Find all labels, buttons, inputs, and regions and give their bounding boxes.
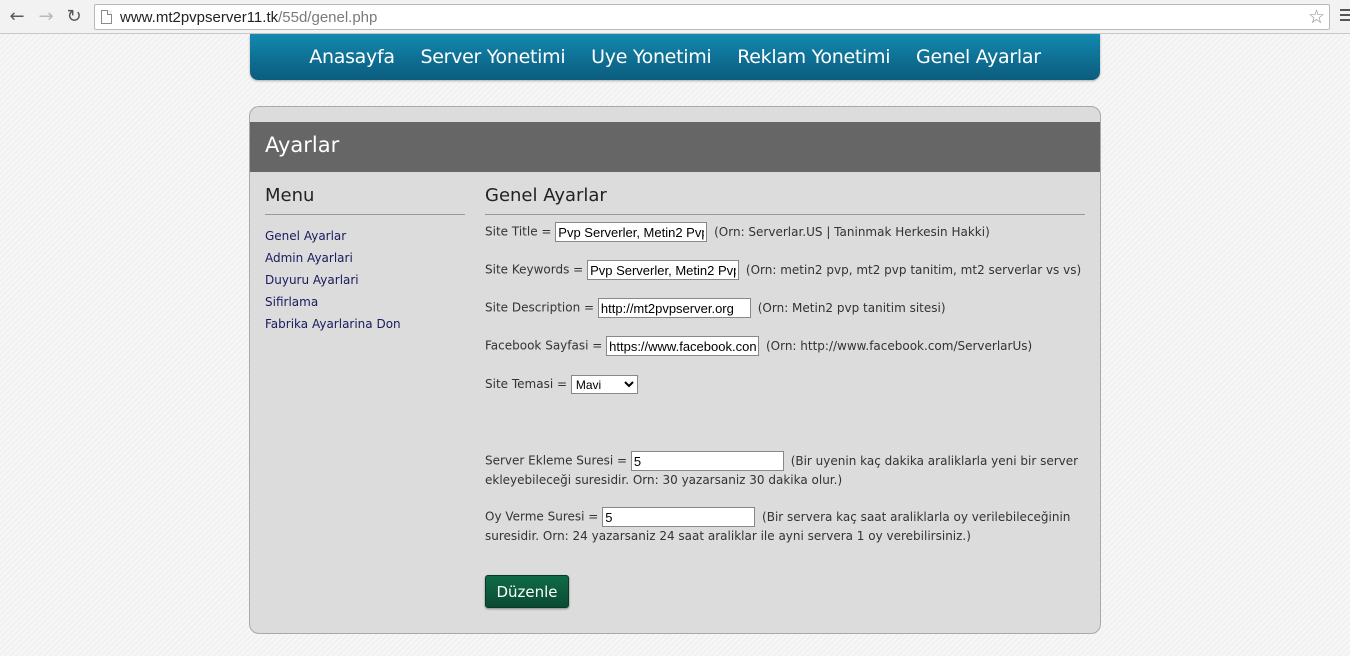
site-keywords-input[interactable] (587, 260, 740, 280)
sidebar-item-sifirlama[interactable]: Sifirlama (265, 295, 318, 309)
vote-row: Oy Verme Suresi = (Bir servera kaç saat … (485, 507, 1085, 546)
server-add-input[interactable] (630, 451, 784, 471)
site-description-input[interactable] (597, 298, 751, 318)
sidebar-item-genel-ayarlar[interactable]: Genel Ayarlar (265, 229, 346, 243)
sidebar: Menu Genel Ayarlar Admin Ayarlari Duyuru… (265, 185, 465, 339)
address-bar[interactable]: www.mt2pvpserver11.tk/55d/genel.php ☆ (94, 4, 1330, 30)
hamburger-menu-icon[interactable] (1340, 9, 1350, 24)
sidebar-item-fabrika-ayarlarina-don[interactable]: Fabrika Ayarlarina Don (265, 317, 401, 331)
sidebar-heading: Menu (265, 185, 465, 215)
site-description-hint: (Orn: Metin2 pvp tanitim sitesi) (757, 300, 946, 315)
settings-form: Genel Ayarlar Site Title = (Orn: Serverl… (485, 185, 1085, 608)
nav-reklam-yonetimi[interactable]: Reklam Yonetimi (737, 46, 890, 68)
facebook-label: Facebook Sayfasi = (485, 338, 603, 353)
vote-input[interactable] (602, 507, 756, 527)
settings-panel: Ayarlar Menu Genel Ayarlar Admin Ayarlar… (249, 106, 1101, 634)
top-navigation: Anasayfa Server Yonetimi Uye Yonetimi Re… (250, 34, 1100, 80)
sidebar-item-duyuru-ayarlari[interactable]: Duyuru Ayarlari (265, 273, 359, 287)
sidebar-item-admin-ayarlari[interactable]: Admin Ayarlari (265, 251, 353, 265)
server-add-label: Server Ekleme Suresi = (485, 453, 628, 468)
site-description-row: Site Description = (Orn: Metin2 pvp tani… (485, 298, 946, 318)
arrow-left-icon[interactable]: ← (6, 6, 28, 28)
site-title-input[interactable] (555, 222, 708, 242)
theme-label: Site Temasi = (485, 377, 568, 391)
site-keywords-row: Site Keywords = (Orn: metin2 pvp, mt2 pv… (485, 260, 1081, 280)
nav-server-yonetimi[interactable]: Server Yonetimi (421, 46, 566, 68)
site-keywords-label: Site Keywords = (485, 262, 584, 277)
site-title-label: Site Title = (485, 224, 552, 239)
browser-toolbar: ← → ↻ www.mt2pvpserver11.tk/55d/genel.ph… (0, 0, 1350, 34)
site-description-label: Site Description = (485, 300, 595, 315)
facebook-row: Facebook Sayfasi = (Orn: http://www.face… (485, 336, 1032, 356)
url-path: /55d/genel.php (278, 9, 378, 26)
form-heading: Genel Ayarlar (485, 185, 1085, 215)
site-keywords-hint: (Orn: metin2 pvp, mt2 pvp tanitim, mt2 s… (745, 262, 1082, 277)
facebook-input[interactable] (606, 336, 760, 356)
nav-uye-yonetimi[interactable]: Uye Yonetimi (591, 46, 712, 68)
theme-row: Site Temasi = Mavi (485, 375, 638, 394)
url-domain: www.mt2pvpserver11.tk (120, 9, 279, 26)
site-title-row: Site Title = (Orn: Serverlar.US | Taninm… (485, 222, 990, 242)
site-title-hint: (Orn: Serverlar.US | Taninmak Herkesin H… (714, 224, 990, 239)
facebook-hint: (Orn: http://www.facebook.com/ServerlarU… (765, 338, 1033, 353)
vote-label: Oy Verme Suresi = (485, 509, 599, 524)
reload-icon[interactable]: ↻ (63, 6, 85, 28)
server-add-row: Server Ekleme Suresi = (Bir uyenin kaç d… (485, 451, 1085, 490)
nav-genel-ayarlar[interactable]: Genel Ayarlar (916, 46, 1041, 68)
arrow-right-icon[interactable]: → (35, 6, 57, 28)
sidebar-menu: Genel Ayarlar Admin Ayarlari Duyuru Ayar… (265, 229, 465, 339)
star-icon[interactable]: ☆ (1308, 6, 1325, 28)
nav-anasayfa[interactable]: Anasayfa (309, 46, 395, 68)
panel-title: Ayarlar (250, 122, 1100, 172)
duzenle-button[interactable]: Düzenle (485, 575, 569, 608)
page-icon (101, 10, 112, 24)
theme-select[interactable]: Mavi (570, 375, 638, 394)
url-text[interactable]: www.mt2pvpserver11.tk/55d/genel.php (120, 9, 377, 26)
